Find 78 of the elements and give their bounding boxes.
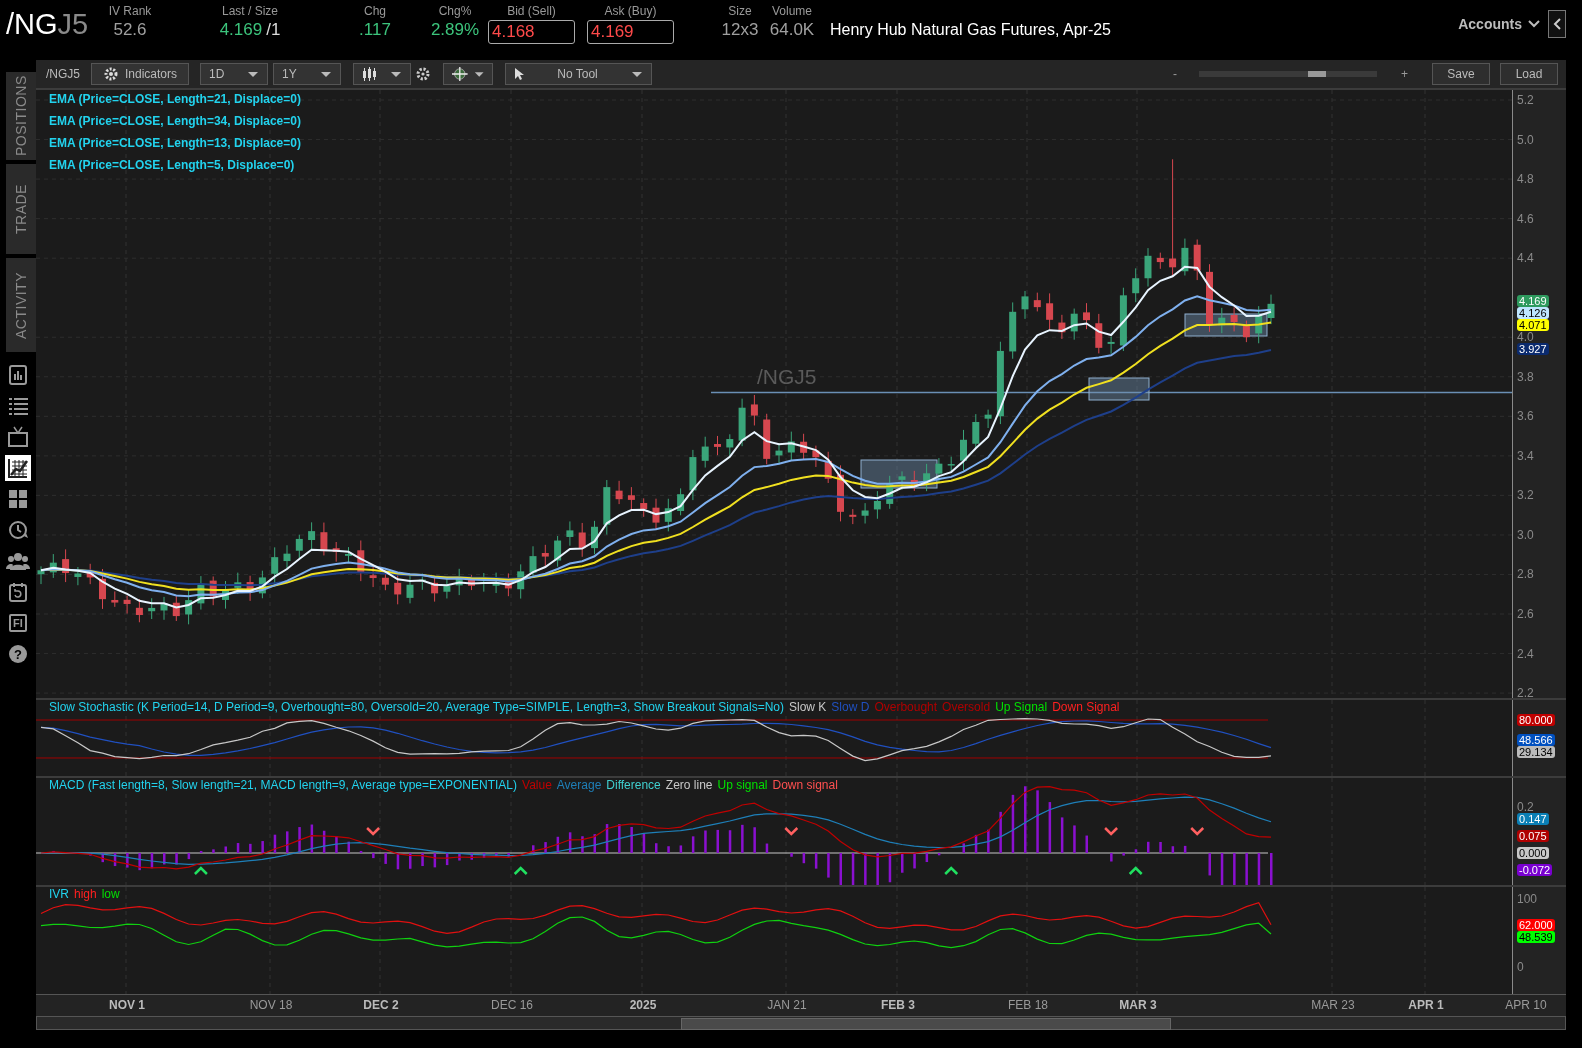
date-label: APR 1 — [1408, 998, 1444, 1012]
date-label: FEB 18 — [1008, 998, 1048, 1012]
field-label: Bid (Sell) — [507, 4, 556, 18]
value-badge: 4.169 — [1517, 294, 1549, 307]
side-tab[interactable]: ACTIVITY — [6, 258, 36, 352]
field-label: Chg% — [438, 4, 472, 18]
axis-label: 0.2 — [1517, 801, 1534, 813]
side-tab[interactable]: TRADE — [6, 164, 36, 254]
field-value: 12x3 — [721, 20, 759, 40]
zoom-in-button[interactable]: + — [1393, 63, 1416, 85]
axis-label: 3.2 — [1517, 489, 1534, 502]
axis-label: 0 — [1517, 961, 1524, 973]
save-button[interactable]: Save — [1432, 63, 1490, 85]
field-label: Ask (Buy) — [604, 4, 657, 18]
value-badge: 29.134 — [1517, 746, 1555, 759]
axis-label: 2.6 — [1517, 608, 1534, 620]
value-badge: 0.075 — [1517, 829, 1549, 842]
date-label: APR 10 — [1505, 998, 1547, 1012]
date-label: DEC 2 — [363, 998, 399, 1012]
axis-label: 5.2 — [1517, 94, 1534, 106]
field-value: /1 — [266, 20, 281, 40]
indicator-title: EMA (Price=CLOSE, Length=13, Displace=0) — [49, 135, 301, 152]
value-badge: -0.072 — [1517, 863, 1553, 876]
aggregation-dropdown[interactable]: 1D — [200, 63, 268, 85]
toolbar-symbol: /NGJ5 — [46, 67, 81, 81]
value-badge: 0.147 — [1517, 813, 1549, 826]
axis-label: 3.0 — [1517, 528, 1534, 541]
axis-label: 4.8 — [1517, 173, 1534, 186]
value-badge: 62.000 — [1517, 918, 1555, 931]
price-line-label: /NGJ5 — [757, 365, 817, 389]
symbol: /NGJ5 — [5, 8, 90, 41]
field-label: Last / Size — [222, 4, 278, 18]
field-value: 2.89% — [430, 20, 480, 40]
period-dropdown[interactable]: 1Y — [273, 63, 341, 85]
indicator-title: EMA (Price=CLOSE, Length=21, Displace=0) — [49, 91, 301, 108]
side-tab[interactable]: POSITIONS — [6, 72, 36, 160]
tool-dropdown[interactable]: No Tool — [505, 63, 652, 85]
axis-label: 4.4 — [1517, 252, 1534, 265]
date-label: MAR 23 — [1311, 998, 1355, 1012]
axis-label: 100 — [1517, 893, 1538, 905]
axis-label: 3.4 — [1517, 449, 1534, 462]
indicator-title: EMA (Price=CLOSE, Length=5, Displace=0) — [49, 157, 296, 174]
axis-label: 3.6 — [1517, 410, 1534, 423]
date-label: NOV 18 — [249, 998, 293, 1012]
value-badge: 0.000 — [1517, 847, 1549, 859]
instrument-description: Henry Hub Natural Gas Futures, Apr-25 — [830, 21, 1111, 39]
date-label: 2025 — [629, 998, 657, 1012]
axis-label: 4.6 — [1517, 212, 1534, 225]
price-box: 4.168 — [488, 20, 575, 44]
date-label: FEB 3 — [881, 998, 915, 1012]
field-value: 4.169 — [219, 20, 263, 40]
field-value: 64.0K — [769, 20, 815, 40]
field-label: Size — [728, 4, 752, 18]
indicator-title: Slow Stochastic (K Period=14, D Period=9, Overbought=80, Oversold=20, Average Type=SIMPLE, Length=3, Show Breakout Signals=No) — [49, 700, 789, 715]
field-value: .117 — [359, 20, 391, 40]
date-label: JAN 21 — [767, 998, 807, 1012]
indicator-title: EMA (Price=CLOSE, Length=34, Displace=0) — [49, 113, 301, 130]
indicators-button[interactable]: Indicators — [91, 63, 189, 85]
value-badge: 3.927 — [1517, 342, 1549, 355]
zoom-out-button[interactable]: - — [1165, 63, 1185, 85]
price-box: 4.169 — [587, 20, 674, 44]
value-badge: 48.566 — [1517, 733, 1555, 746]
load-button[interactable]: Load — [1500, 63, 1558, 85]
accounts-button[interactable]: Accounts — [1458, 16, 1540, 32]
date-label: MAR 3 — [1119, 998, 1157, 1012]
field-value: 52.6 — [113, 20, 147, 40]
axis-label: 2.8 — [1517, 568, 1534, 581]
axis-label: 2.2 — [1517, 687, 1534, 700]
date-label: DEC 16 — [491, 998, 533, 1012]
field-label: Volume — [772, 4, 812, 18]
field-label: Chg — [364, 4, 386, 18]
field-label: IV Rank — [108, 4, 152, 18]
axis-label: 3.8 — [1517, 370, 1534, 383]
value-badge: 80.000 — [1517, 714, 1555, 726]
date-label: NOV 1 — [109, 998, 145, 1012]
axis-label: 2.4 — [1517, 647, 1534, 660]
axis-label: 5.0 — [1517, 133, 1534, 146]
axis-label: 4.0 — [1517, 331, 1534, 344]
